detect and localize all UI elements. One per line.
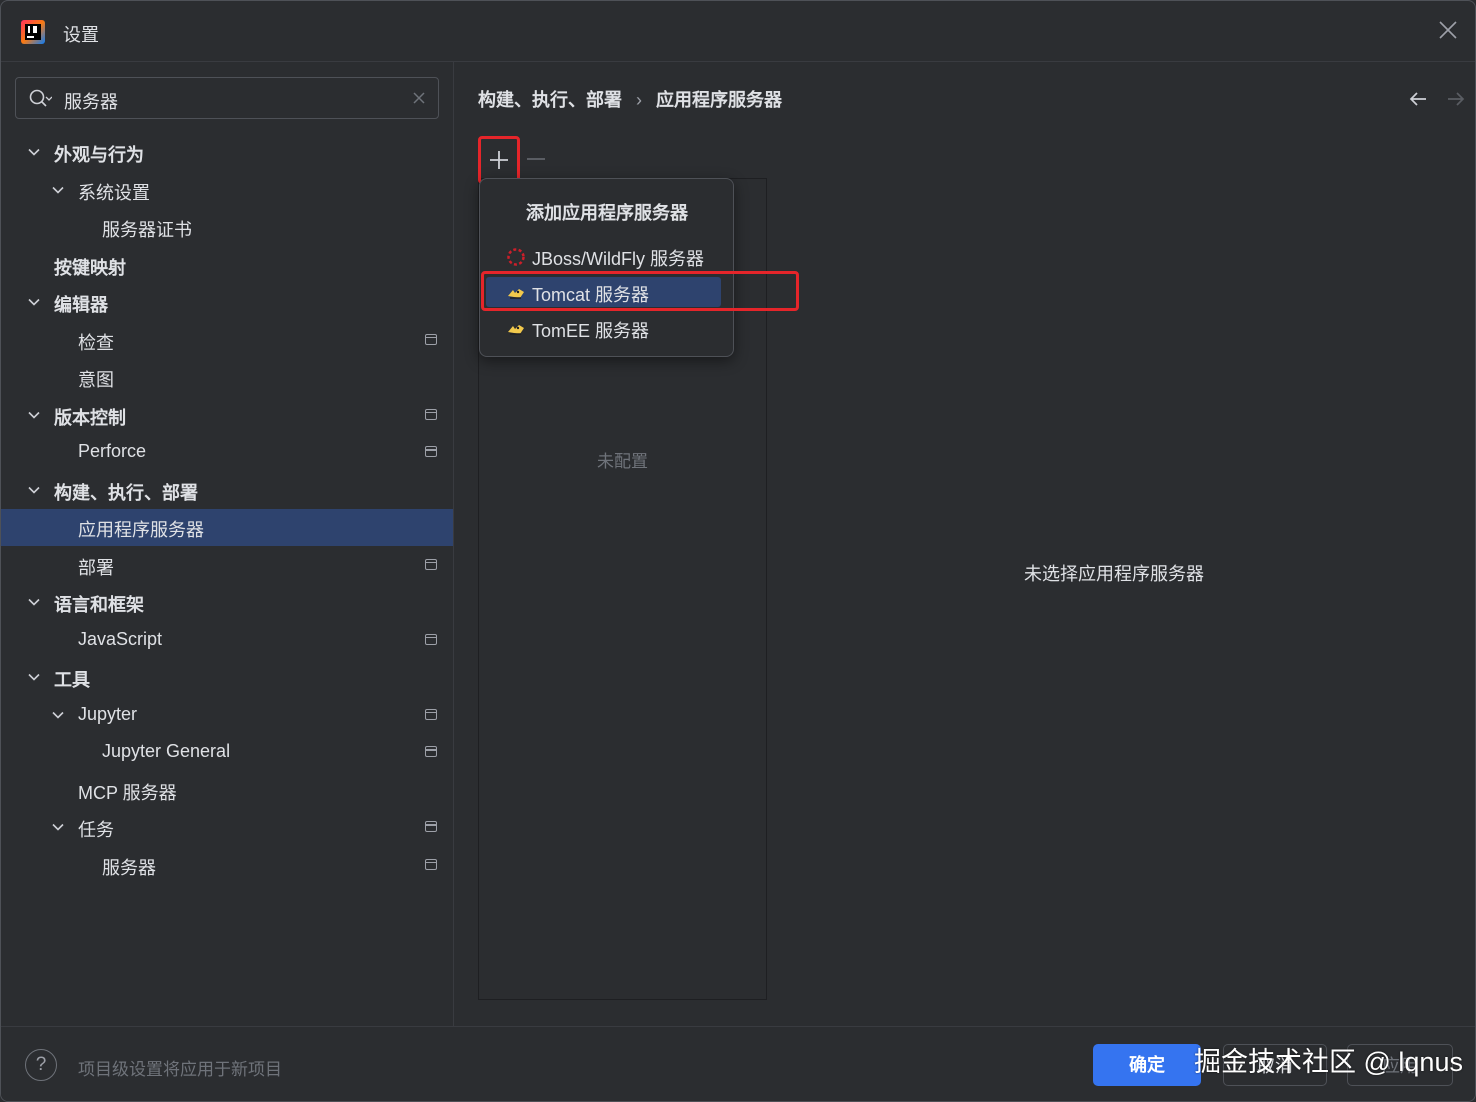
sidebar-item[interactable]: 系统设置 [1,172,453,209]
sidebar-item[interactable]: MCP 服务器 [1,772,453,809]
sidebar-item[interactable]: JavaScript [1,622,453,659]
breadcrumb-parent[interactable]: 构建、执行、部署 [478,90,622,110]
settings-content: 构建、执行、部署 › 应用程序服务器 未配置 添加应用程序服务器 JBoss/Wil… [454,62,1475,1026]
sidebar-item[interactable]: Perforce [1,434,453,471]
sidebar-item[interactable]: 应用程序服务器 [1,509,453,546]
sidebar-item[interactable]: 版本控制 [1,397,453,434]
ok-button[interactable]: 确定 [1093,1044,1201,1086]
chevron-down-icon[interactable] [27,670,41,684]
sidebar-item[interactable]: 外观与行为 [1,134,453,171]
chevron-down-icon[interactable] [51,183,65,197]
close-icon[interactable] [1437,19,1459,41]
sidebar-item-label: 应用程序服务器 [78,520,204,540]
sidebar-item-label: 检查 [78,332,114,353]
project-level-icon [425,333,437,345]
chevron-down-icon[interactable] [51,708,65,722]
window-title: 设置 [63,25,99,45]
breadcrumb-current: 应用程序服务器 [656,90,782,110]
back-arrow-icon[interactable] [1407,88,1429,110]
project-level-icon [425,408,437,420]
project-level-icon [425,708,437,720]
plus-icon [490,151,508,169]
sidebar-item-label: 外观与行为 [54,145,144,165]
help-icon[interactable]: ? [25,1049,57,1081]
tomcat-highlight-annotation [481,271,799,311]
sidebar-item[interactable]: Jupyter [1,697,453,734]
sidebar-item-label: 意图 [78,370,114,390]
project-level-icon [425,858,437,870]
sidebar-item[interactable]: 部署 [1,547,453,584]
jboss-icon [507,248,525,266]
sidebar-item[interactable]: Jupyter General [1,734,453,771]
sidebar-item-label: 部署 [78,557,114,578]
project-level-icon [425,746,437,757]
popup-item-label: JBoss/WildFly 服务器 [532,249,705,269]
sidebar-item-label: Jupyter [78,703,138,724]
project-level-icon [425,558,437,570]
remove-server-button[interactable] [527,158,545,160]
popup-item-label: TomEE 服务器 [532,321,650,341]
search-icon [29,89,52,107]
title-bar: 设置 [1,1,1475,61]
sidebar-item-label: 任务 [78,820,114,840]
popup-title: 添加应用程序服务器 [526,203,688,223]
sidebar-item-label: Jupyter General [102,741,231,761]
sidebar-item[interactable]: 服务器 [1,847,453,884]
project-settings-info: 项目级设置将应用于新项目 [78,1060,282,1079]
sidebar-item[interactable]: 构建、执行、部署 [1,472,453,509]
popup-item-tomee[interactable]: TomEE 服务器 [486,313,721,343]
sidebar-item-label: 版本控制 [54,407,126,428]
project-level-icon [425,633,437,645]
sidebar-item[interactable]: 意图 [1,359,453,396]
forward-arrow-icon[interactable] [1445,88,1467,110]
intellij-app-icon [21,20,45,44]
tomee-icon [508,325,524,335]
sidebar-item[interactable]: 检查 [1,322,453,359]
no-server-selected-text: 未选择应用程序服务器 [1024,564,1204,584]
sidebar-item-label: 服务器证书 [102,220,192,240]
sidebar-item-label: JavaScript [78,628,163,649]
sidebar-item-label: 工具 [54,670,90,690]
popup-item-jboss[interactable]: JBoss/WildFly 服务器 [486,241,721,271]
clear-search-icon[interactable] [412,91,426,105]
project-level-icon [425,821,437,832]
sidebar-item-label: 编辑器 [54,295,108,315]
watermark: 掘金技术社区 @ lqnus [1194,1047,1463,1077]
settings-search-input[interactable]: 服务器 [15,77,439,119]
add-server-popup: 添加应用程序服务器 JBoss/WildFly 服务器 Tomcat 服务器 T… [479,178,734,357]
breadcrumb-separator: › [636,90,642,110]
sidebar-item[interactable]: 编辑器 [1,284,453,321]
settings-sidebar: 服务器 外观与行为系统设置服务器证书按键映射编辑器检查意图版本控制 Perforc… [1,62,454,1026]
settings-dialog: 设置 服务器 外观与行为系统设置服务器证书按键映射编辑器检查意图版本控制 Perf… [0,0,1476,1102]
sidebar-item[interactable]: 语言和框架 [1,584,453,621]
sidebar-item-label: 服务器 [102,857,156,878]
sidebar-item-label: MCP 服务器 [78,782,177,803]
sidebar-item-label: Perforce [78,441,147,461]
sidebar-item[interactable]: 服务器证书 [1,209,453,246]
search-value: 服务器 [64,92,118,112]
chevron-down-icon[interactable] [51,820,65,834]
sidebar-item[interactable]: 工具 [1,659,453,696]
server-list-empty-text: 未配置 [597,452,648,471]
sidebar-item-label: 语言和框架 [54,595,144,615]
chevron-down-icon[interactable] [27,145,41,159]
project-level-icon [425,446,437,457]
sidebar-item[interactable]: 任务 [1,809,453,846]
add-server-button[interactable] [478,136,520,184]
chevron-down-icon[interactable] [27,595,41,609]
sidebar-item[interactable]: 按键映射 [1,247,453,284]
breadcrumb: 构建、执行、部署 › 应用程序服务器 [478,86,782,112]
sidebar-item-label: 系统设置 [78,182,150,203]
chevron-down-icon[interactable] [27,483,41,497]
chevron-down-icon[interactable] [27,295,41,309]
sidebar-item-label: 构建、执行、部署 [54,482,198,503]
chevron-down-icon[interactable] [27,408,41,422]
sidebar-item-label: 按键映射 [54,257,126,278]
